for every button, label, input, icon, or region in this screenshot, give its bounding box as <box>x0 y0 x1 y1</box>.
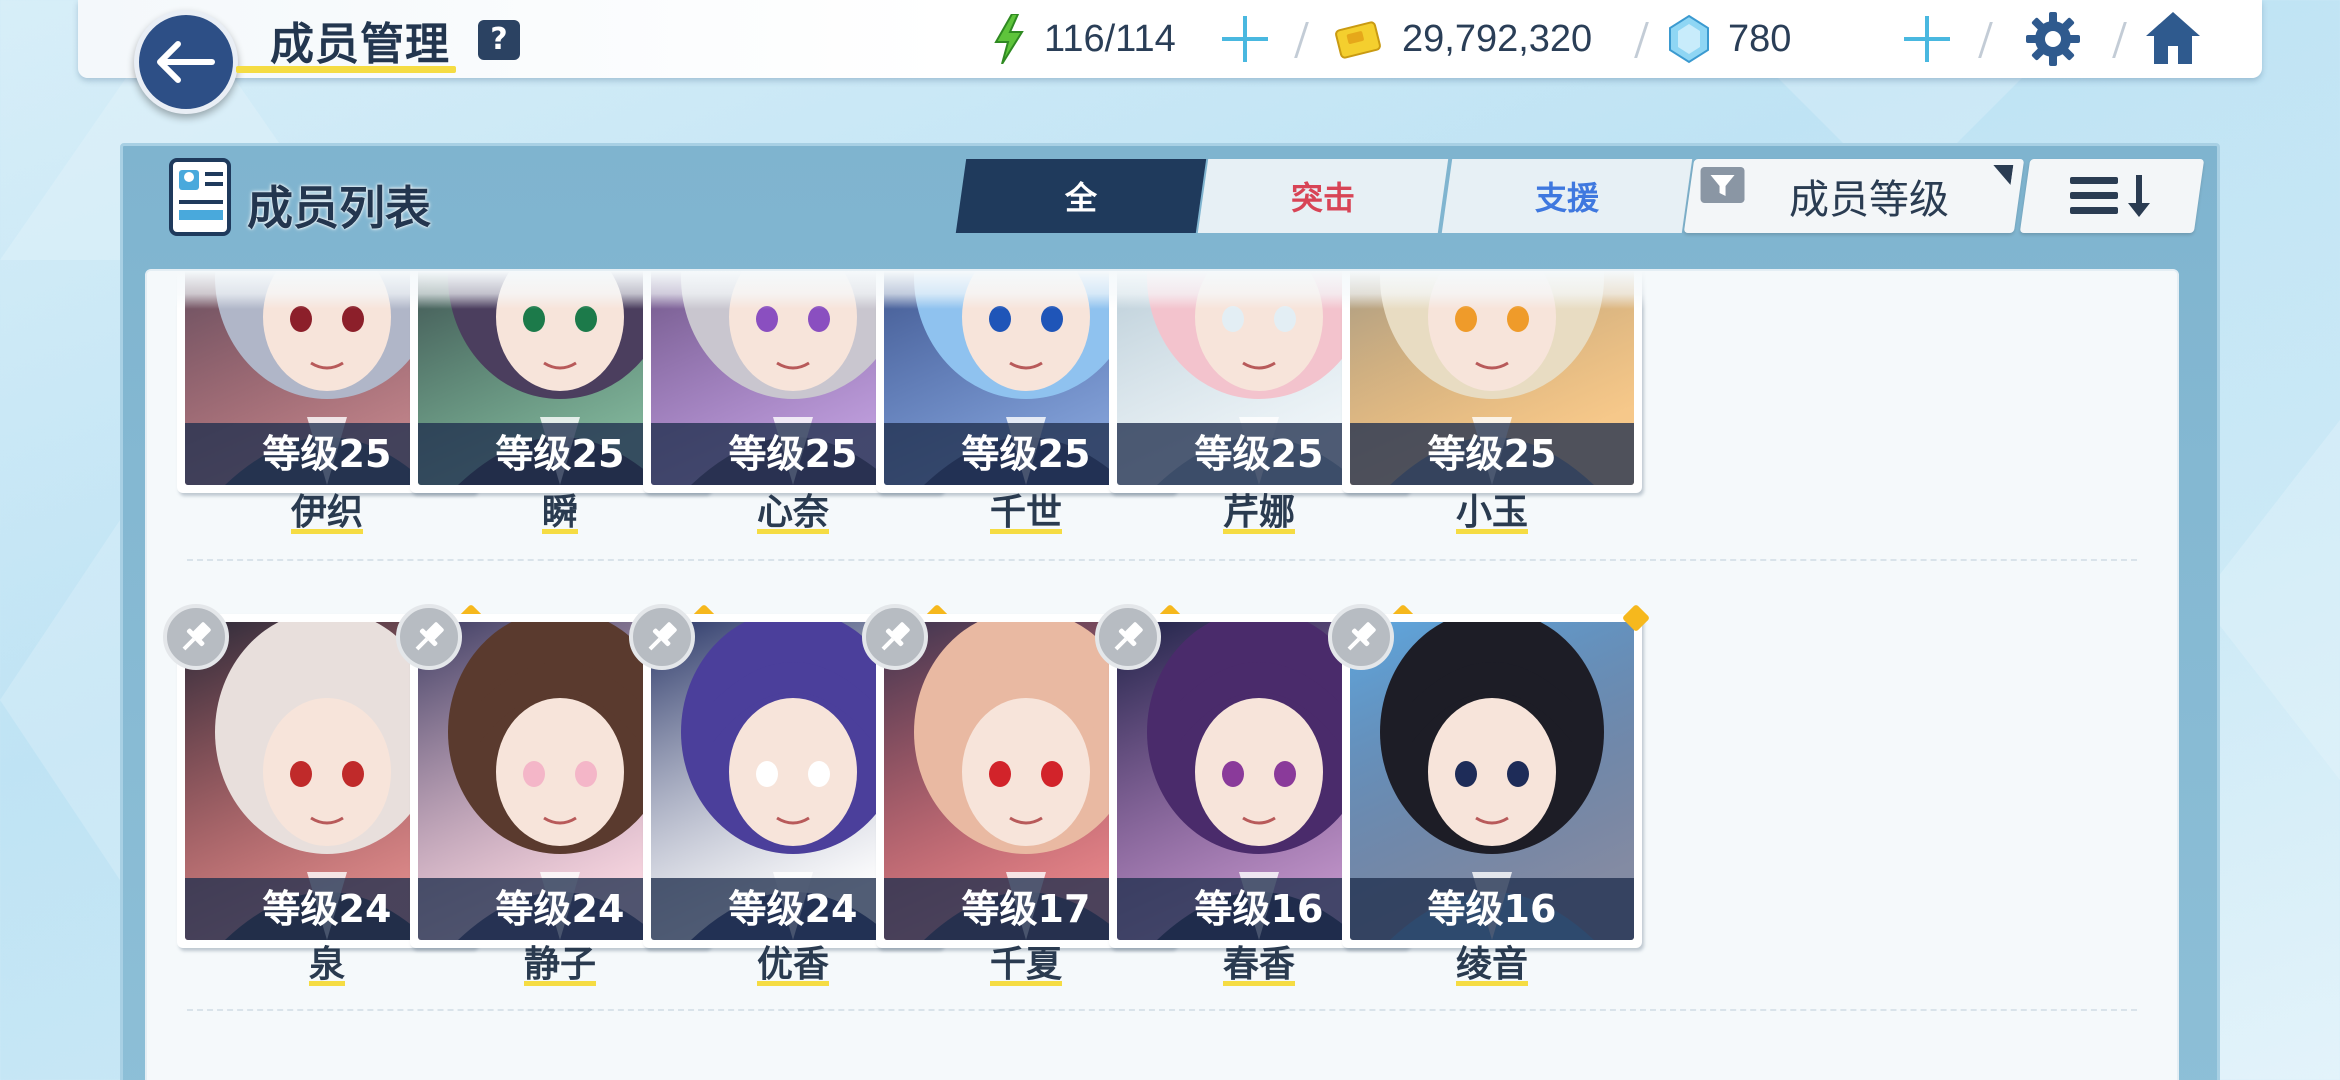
ap-lightning-icon <box>994 14 1024 64</box>
pin-button[interactable] <box>396 604 462 670</box>
gem-value: 780 <box>1728 17 1792 60</box>
pin-icon <box>182 622 211 651</box>
settings-gear-icon[interactable] <box>2024 10 2082 68</box>
member-portrait: 等级16 <box>1350 622 1634 940</box>
name-underline <box>291 529 363 534</box>
name-underline <box>990 981 1062 986</box>
name-underline <box>1456 981 1528 986</box>
row-divider <box>187 559 2137 561</box>
tab-striker-label: 突击 <box>1290 179 1355 217</box>
tab-striker[interactable]: 突击 <box>1197 159 1449 233</box>
panel-header: 成员列表 全 突击 支援 成员等级 <box>123 146 2217 256</box>
filter-icon <box>1700 167 1745 203</box>
ap-value: 116/114 <box>1044 17 1176 60</box>
add-ap-button[interactable] <box>1220 14 1270 64</box>
name-underline <box>1223 529 1295 534</box>
pin-button[interactable] <box>862 604 928 670</box>
credit-value: 29,792,320 <box>1402 17 1593 60</box>
pin-icon <box>648 622 677 651</box>
pin-button[interactable] <box>163 604 229 670</box>
home-icon[interactable] <box>2142 8 2204 68</box>
sort-button[interactable]: 成员等级 <box>1683 159 2025 233</box>
level-label: 等级25 <box>1350 423 1634 485</box>
pin-icon <box>415 622 444 651</box>
ap-counter: 116/114 <box>1044 12 1176 66</box>
pin-icon <box>881 622 910 651</box>
credit-icon <box>1335 21 1381 59</box>
name-underline <box>524 981 596 986</box>
row-divider <box>187 1009 2137 1011</box>
panel-title: 成员列表 <box>247 181 431 235</box>
pin-button[interactable] <box>629 604 695 670</box>
sort-order-button[interactable] <box>2019 159 2205 233</box>
member-card-list: 等级25 伊织 等级25 瞬等级25 心奈 等级25 千世 等级25 芹娜 等级25 小玉 等级24 泉… <box>147 271 2177 1080</box>
sort-label: 成员等级 <box>1789 177 1949 223</box>
add-gem-button[interactable] <box>1902 14 1952 64</box>
name-underline <box>542 529 578 534</box>
member-grid: 等级25 伊织 等级25 瞬等级25 心奈 等级25 千世 等级25 芹娜 等级25 小玉 等级24 泉… <box>145 269 2179 1080</box>
member-card[interactable]: 等级16 <box>1328 603 1651 948</box>
name-underline <box>757 529 829 534</box>
help-button[interactable]: ? <box>478 20 520 60</box>
member-card-icon <box>169 158 231 236</box>
name-underline <box>990 529 1062 534</box>
tab-all[interactable]: 全 <box>955 159 1207 233</box>
page-title: 成员管理 <box>270 19 450 70</box>
gem-counter: 780 <box>1728 12 1791 66</box>
title-underline <box>236 66 456 73</box>
name-underline <box>1456 529 1528 534</box>
gem-icon <box>1669 14 1709 64</box>
corner-triangle-icon <box>1993 165 2014 185</box>
tab-special[interactable]: 支援 <box>1441 159 1693 233</box>
name-underline <box>757 981 829 986</box>
scroll-fade <box>147 271 2177 309</box>
tab-special-label: 支援 <box>1534 179 1599 217</box>
pin-icon <box>1347 622 1376 651</box>
pin-button[interactable] <box>1095 604 1161 670</box>
name-underline <box>309 981 345 986</box>
back-button[interactable] <box>134 10 238 114</box>
name-underline <box>1223 981 1295 986</box>
level-label: 等级16 <box>1350 878 1634 940</box>
member-list-panel: 成员列表 全 突击 支援 成员等级 等级25 伊织 等级25 瞬等级25 心奈 … <box>120 143 2220 1080</box>
credit-counter: 29,792,320 <box>1402 12 1592 66</box>
tab-all-label: 全 <box>1064 179 1097 217</box>
sort-descending-icon <box>2070 175 2150 217</box>
pin-icon <box>1114 622 1143 651</box>
pin-button[interactable] <box>1328 604 1394 670</box>
member-name: 小玉 <box>1455 492 1528 533</box>
back-arrow-icon <box>157 41 215 83</box>
member-name: 绫音 <box>1455 944 1528 985</box>
